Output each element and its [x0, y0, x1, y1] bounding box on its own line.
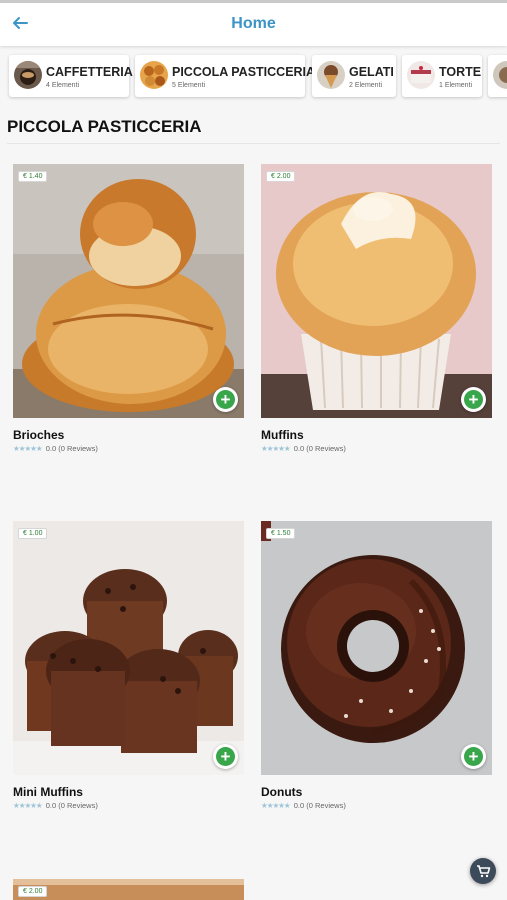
product-rating: ★★★★★ 0.0 (0 Reviews): [13, 801, 244, 810]
product-card[interactable]: € 2.00: [13, 879, 244, 900]
product-rating: ★★★★★ 0.0 (0 Reviews): [13, 444, 244, 453]
category-thumbnail: [493, 61, 507, 89]
price-tag: € 1.50: [266, 528, 296, 539]
product-name[interactable]: Muffins: [261, 428, 492, 442]
product-rating: ★★★★★ 0.0 (0 Reviews): [261, 801, 492, 810]
product-card[interactable]: € 1.50 + Donuts ★★★★★ 0.0 (0 Reviews): [261, 521, 492, 810]
category-name: CAFFETTERIA: [46, 65, 133, 79]
cart-button[interactable]: [470, 858, 496, 884]
product-card[interactable]: € 1.40 + Brioches ★★★★★ 0.0 (0 Reviews): [13, 164, 244, 453]
add-to-cart-button[interactable]: +: [213, 744, 238, 769]
review-count: (0 Reviews): [306, 801, 346, 810]
plus-icon: +: [464, 747, 483, 766]
price-tag: € 1.00: [18, 528, 48, 539]
category-thumbnail: [407, 61, 435, 89]
page-title: Home: [231, 15, 276, 32]
category-count: 4 Elementi: [46, 82, 80, 89]
app-header: Home: [0, 0, 507, 46]
rating-value: 0.0: [45, 444, 57, 453]
product-image[interactable]: € 1.40 +: [13, 164, 244, 418]
product-name[interactable]: Brioches: [13, 428, 244, 442]
plus-icon: +: [216, 747, 235, 766]
product-rating: ★★★★★ 0.0 (0 Reviews): [261, 444, 492, 453]
category-thumbnail: [140, 61, 168, 89]
product-name[interactable]: Donuts: [261, 785, 492, 799]
category-thumbnail: [14, 61, 42, 89]
review-count: (0 Reviews): [58, 444, 98, 453]
category-name: PICCOLA PASTICCERIA: [172, 65, 316, 79]
rating-value: 0.0: [45, 801, 57, 810]
category-thumbnail: [317, 61, 345, 89]
section-divider: [7, 143, 500, 144]
star-rating-icon: ★★★★★: [13, 444, 43, 453]
rating-value: 0.0: [293, 801, 305, 810]
product-image[interactable]: € 1.50 +: [261, 521, 492, 775]
price-tag: € 2.00: [266, 171, 296, 182]
product-image[interactable]: € 2.00: [13, 879, 244, 900]
category-card-torte[interactable]: TORTE 1 Elementi: [402, 55, 482, 97]
category-count: 5 Elementi: [172, 82, 206, 89]
price-tag: € 2.00: [18, 886, 48, 897]
product-image[interactable]: € 1.00 +: [13, 521, 244, 775]
category-name: TORTE: [439, 65, 482, 79]
category-card-partial[interactable]: [488, 55, 507, 97]
shopping-cart-icon: [477, 865, 491, 878]
category-card-piccola-pasticceria[interactable]: PICCOLA PASTICCERIA 5 Elementi: [135, 55, 315, 97]
product-image[interactable]: € 2.00 +: [261, 164, 492, 418]
category-name: GELATI: [349, 65, 394, 79]
review-count: (0 Reviews): [306, 444, 346, 453]
product-name[interactable]: Mini Muffins: [13, 785, 244, 799]
category-card-caffetteria[interactable]: CAFFETTERIA 4 Elementi: [9, 55, 133, 97]
category-count: 2 Elementi: [349, 82, 383, 89]
star-rating-icon: ★★★★★: [261, 801, 291, 810]
add-to-cart-button[interactable]: +: [213, 387, 238, 412]
add-to-cart-button[interactable]: +: [461, 744, 486, 769]
category-card-gelati[interactable]: GELATI 2 Elementi: [312, 55, 396, 97]
review-count: (0 Reviews): [58, 801, 98, 810]
price-tag: € 1.40: [18, 171, 48, 182]
section-title: PICCOLA PASTICCERIA: [7, 117, 202, 136]
product-card[interactable]: € 1.00 + Mini Muffins ★★★★★ 0.0 (0 Revie…: [13, 521, 244, 810]
category-strip[interactable]: CAFFETTERIA 4 Elementi PICCOLA PASTICCER…: [0, 52, 507, 102]
category-count: 1 Elementi: [439, 82, 473, 89]
add-to-cart-button[interactable]: +: [461, 387, 486, 412]
rating-value: 0.0: [293, 444, 305, 453]
product-card[interactable]: € 2.00 + Muffins ★★★★★ 0.0 (0 Reviews): [261, 164, 492, 453]
plus-icon: +: [464, 390, 483, 409]
star-rating-icon: ★★★★★: [261, 444, 291, 453]
star-rating-icon: ★★★★★: [13, 801, 43, 810]
plus-icon: +: [216, 390, 235, 409]
